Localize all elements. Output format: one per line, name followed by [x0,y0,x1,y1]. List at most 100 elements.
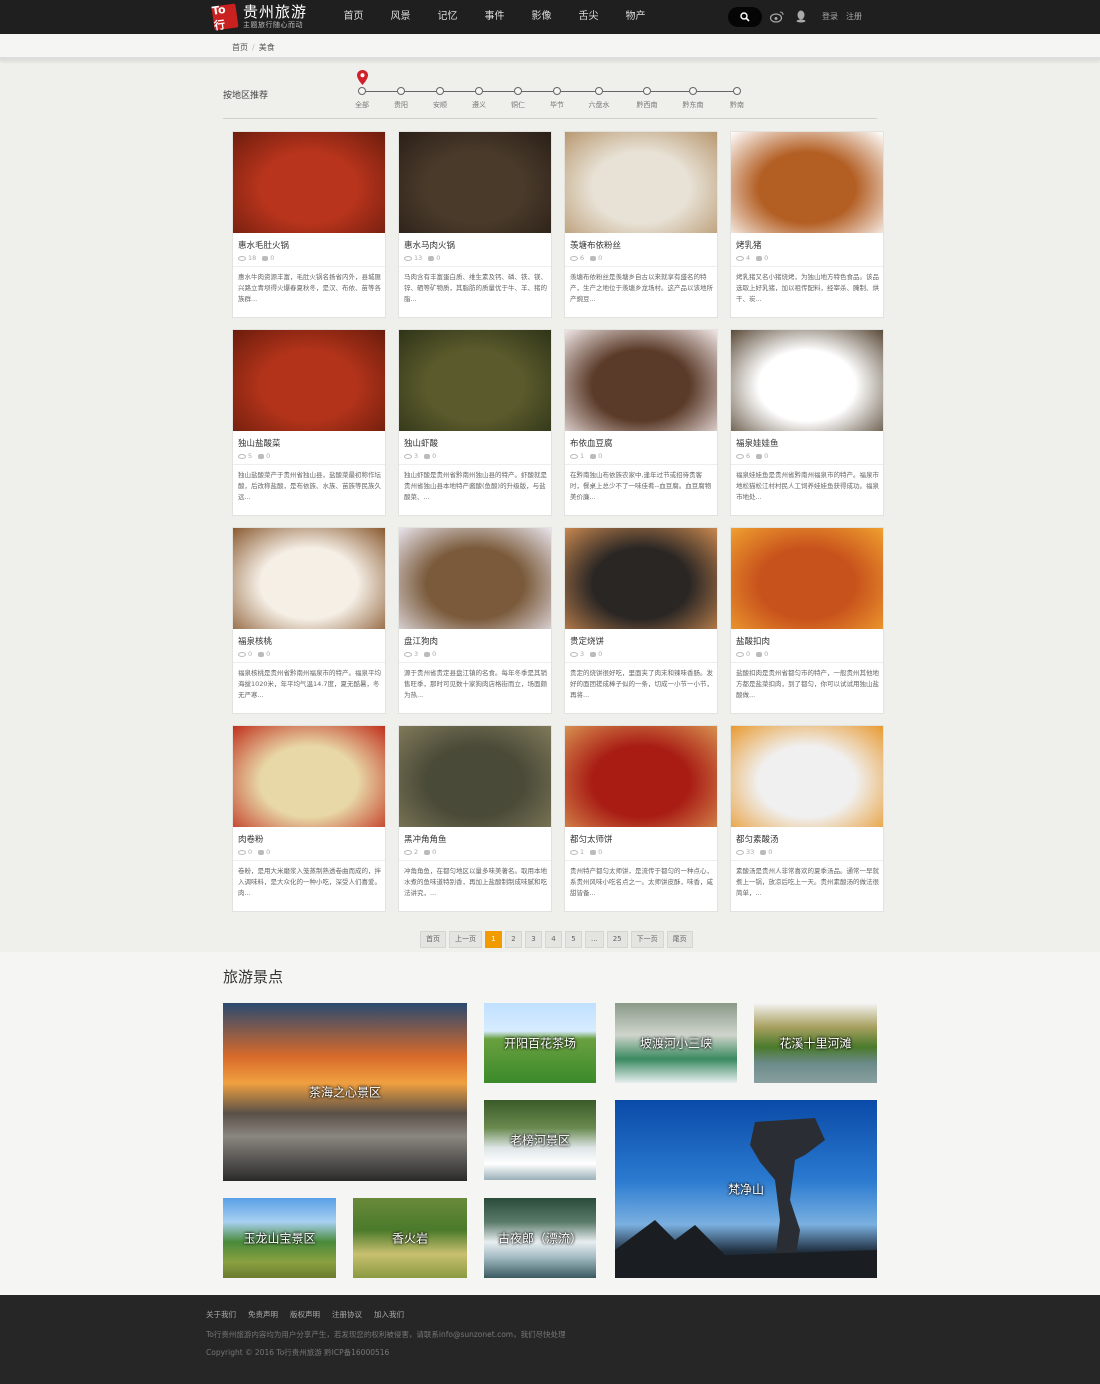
nav-item-scenery[interactable]: 风景 [377,0,424,34]
spot-card-huaxi[interactable]: 花溪十里河滩 [754,1003,877,1083]
site-logo[interactable]: To行 贵州旅游 主题旅行随心而动 [211,2,307,32]
breadcrumb-home[interactable]: 首页 [232,43,248,52]
food-card[interactable]: 盐酸扣肉 0 0 盐酸扣肉是贵州省都匀市的特产，一般贵州其他地方都是盐菜扣肉，到了都匀… [730,527,884,714]
food-photo[interactable] [399,132,551,233]
food-photo[interactable] [731,528,883,629]
food-card[interactable]: 肉卷粉 0 0 卷粉，是用大米磨浆入笼蒸制熟透卷曲而成的，拌入调味料，是大众化的一种小… [232,725,386,912]
footer-link-copyright[interactable]: 版权声明 [290,1310,320,1319]
spot-card-yulongshan[interactable]: 玉龙山宝景区 [223,1198,336,1278]
region-option[interactable]: 黔南 [717,100,757,110]
region-node[interactable] [475,87,483,95]
spot-card-fanjingshan[interactable]: 梵净山 [615,1100,877,1278]
region-node[interactable] [643,87,651,95]
nav-item-photos[interactable]: 影像 [518,0,565,34]
footer-link-agreement[interactable]: 注册协议 [332,1310,362,1319]
region-node[interactable] [595,87,603,95]
food-name[interactable]: 黑冲角角鱼 [404,833,447,845]
spot-card-chahai[interactable]: 茶海之心景区 [223,1003,467,1181]
food-photo[interactable] [731,132,883,233]
page-button[interactable]: 2 [505,931,522,948]
nav-item-food[interactable]: 舌尖 [565,0,612,34]
food-photo[interactable] [399,528,551,629]
page-button[interactable]: 3 [525,931,542,948]
footer-link-disclaimer[interactable]: 免责声明 [248,1310,278,1319]
food-photo[interactable] [565,528,717,629]
spot-card-laobang[interactable]: 老榜河景区 [484,1100,596,1180]
food-card[interactable]: 都匀素酸汤 33 0 素酸汤是贵州人非常喜欢的夏季汤品。通常一早就煮上一锅，放凉后吃上… [730,725,884,912]
food-card[interactable]: 惠水毛肚火锅 18 0 惠水牛肉资源丰富，毛肚火锅名扬省内外，县城匯兴路立青坝得火爆春… [232,131,386,318]
food-card[interactable]: 羡塘布依粉丝 6 0 羡塘布依粉丝是羡塘乡自古以来就享有盛名的特产，生产之地位于羡塘乡… [564,131,718,318]
food-card[interactable]: 布依血豆腐 1 0 在黔南独山布依族农家中,逢年过节或招待贵客时，餐桌上总少不了一味佳… [564,329,718,516]
spot-card-guyelang[interactable]: 古夜郎（漂流） [484,1198,596,1278]
footer-link-about[interactable]: 关于我们 [206,1310,236,1319]
food-photo[interactable] [233,132,385,233]
region-node[interactable] [689,87,697,95]
page-button[interactable]: 5 [565,931,582,948]
food-photo[interactable] [399,330,551,431]
food-photo[interactable] [233,528,385,629]
food-name[interactable]: 都匀太师饼 [570,833,613,845]
food-photo[interactable] [233,726,385,827]
footer-link-join[interactable]: 加入我们 [374,1310,404,1319]
nav-item-memory[interactable]: 记忆 [424,0,471,34]
food-card[interactable]: 福泉娃娃鱼 6 0 福泉娃娃鱼是贵州省黔南州福泉市的特产。福泉市地松猫松江村村民人工饲… [730,329,884,516]
register-link[interactable]: 注册 [846,12,862,21]
login-link[interactable]: 登录 [822,12,838,21]
food-name[interactable]: 福泉娃娃鱼 [736,437,779,449]
food-photo[interactable] [565,726,717,827]
page-button[interactable]: 25 [606,931,628,948]
food-name[interactable]: 盘江狗肉 [404,635,438,647]
food-photo[interactable] [233,330,385,431]
region-node[interactable] [358,87,366,95]
region-option[interactable]: 安顺 [420,100,460,110]
region-option[interactable]: 遵义 [459,100,499,110]
region-option[interactable]: 全部 [342,100,382,110]
food-name[interactable]: 布依血豆腐 [570,437,613,449]
spot-card-xianghuoyan[interactable]: 香火岩 [353,1198,467,1278]
region-option[interactable]: 贵阳 [381,100,421,110]
food-card[interactable]: 福泉核桃 0 0 福泉核桃是贵州省黔南州福泉市的特产。福泉平均海拔1020米，年平均气… [232,527,386,714]
region-option[interactable]: 黔东南 [673,100,713,110]
region-node[interactable] [436,87,444,95]
food-card[interactable]: 独山虾酸 3 0 独山虾酸是贵州省黔南州独山县的特产。虾酸就是贵州省独山县本地特产酱酸… [398,329,552,516]
region-option[interactable]: 黔西南 [627,100,667,110]
food-name[interactable]: 盐酸扣肉 [736,635,770,647]
food-name[interactable]: 惠水马肉火锅 [404,239,455,251]
qq-icon[interactable] [796,10,806,23]
region-node[interactable] [397,87,405,95]
food-name[interactable]: 独山虾酸 [404,437,438,449]
food-card[interactable]: 烤乳猪 4 0 烤乳猪又名小猪烧烤，为独山地方特色食品。该品选取上好乳猪，加以祖传配料… [730,131,884,318]
food-card[interactable]: 盘江狗肉 3 0 源于贵州省贵定县盘江镇的名食。每年冬季是其销售旺季，那时可见数十家狗… [398,527,552,714]
nav-item-events[interactable]: 事件 [471,0,518,34]
page-button[interactable]: 上一页 [449,931,482,948]
search-button[interactable] [728,7,762,27]
page-button[interactable]: 1 [485,931,502,948]
food-name[interactable]: 肉卷粉 [238,833,264,845]
food-name[interactable]: 独山盐酸菜 [238,437,281,449]
page-button[interactable]: 4 [545,931,562,948]
region-option[interactable]: 六盘水 [579,100,619,110]
region-node[interactable] [733,87,741,95]
food-name[interactable]: 贵定烧饼 [570,635,604,647]
region-option[interactable]: 铜仁 [498,100,538,110]
food-card[interactable]: 都匀太师饼 1 0 贵州特产都匀太师饼，是流传于都匀的一种点心，系贵州风味小吃名点之一… [564,725,718,912]
food-name[interactable]: 福泉核桃 [238,635,272,647]
food-card[interactable]: 独山盐酸菜 5 0 独山盐酸菜产于贵州省独山县，盐酸菜最初称作坛酸，后改称盐酸，是布依… [232,329,386,516]
page-button[interactable]: 下一页 [630,931,664,948]
food-name[interactable]: 羡塘布依粉丝 [570,239,621,251]
spot-card-podu[interactable]: 坡渡河小三峡 [615,1003,737,1083]
weibo-icon[interactable] [770,11,784,23]
nav-item-products[interactable]: 物产 [612,0,659,34]
food-card[interactable]: 惠水马肉火锅 13 0 马肉含有丰富蛋白质、维生素及钙、磷、铁、镁、锌、硒等矿物质，其… [398,131,552,318]
food-name[interactable]: 烤乳猪 [736,239,762,251]
food-card[interactable]: 黑冲角角鱼 2 0 冲角角鱼，在都匀地区以量多味美著名。取用本地水煮的鱼味道特别香，再… [398,725,552,912]
food-name[interactable]: 惠水毛肚火锅 [238,239,289,251]
food-card[interactable]: 贵定烧饼 3 0 贵定的烧饼很好吃，里面夹了肉末和辣味香肠。发好的面团搓成棒子似的一条… [564,527,718,714]
food-photo[interactable] [731,726,883,827]
food-photo[interactable] [565,330,717,431]
region-node[interactable] [553,87,561,95]
food-photo[interactable] [731,330,883,431]
spot-card-kaiyang[interactable]: 开阳百花茶场 [484,1003,596,1083]
food-name[interactable]: 都匀素酸汤 [736,833,779,845]
region-node[interactable] [514,87,522,95]
